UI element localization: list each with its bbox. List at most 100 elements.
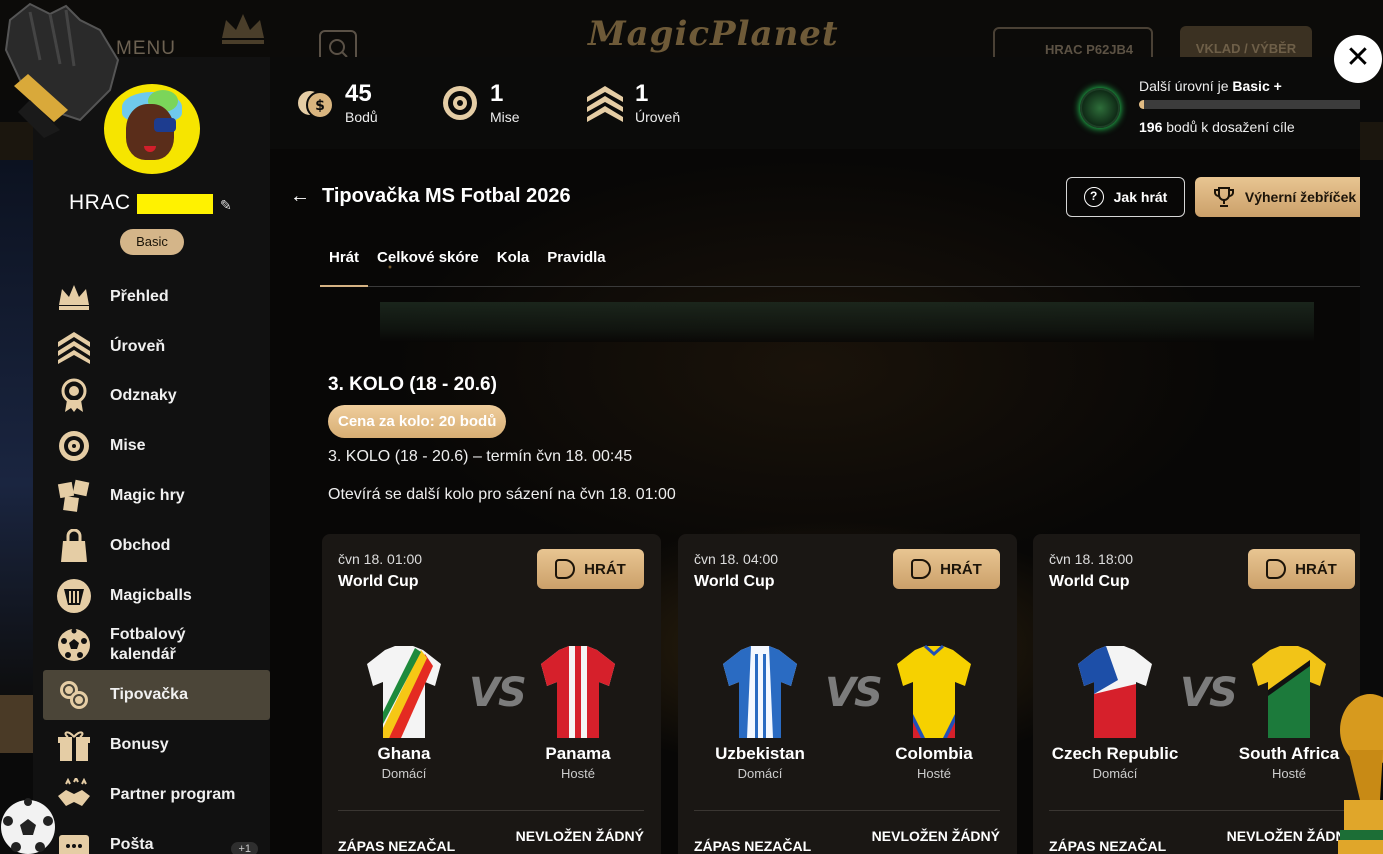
away-team-role: Hosté: [917, 766, 951, 781]
edit-icon[interactable]: ✎: [220, 197, 232, 214]
tip-status: NEVLOŽEN ŽÁDNÝ: [515, 828, 644, 844]
round-title: 3. KOLO (18 - 20.6): [328, 374, 497, 395]
missions-label: Mise: [490, 109, 520, 125]
next-level-text: Další úrovní je Basic +: [1139, 78, 1282, 94]
coins-icon: [55, 678, 93, 712]
profile-modal: HRAC ✎ Basic Přehled Úroveň Odznaky Mise: [33, 57, 1360, 854]
away-team-role: Hosté: [561, 766, 595, 781]
coins-icon: $: [298, 91, 334, 119]
sidebar-item-prehled[interactable]: Přehled: [43, 272, 270, 322]
level-value: 1: [635, 80, 649, 107]
home-team-name: Ghana: [377, 744, 431, 763]
vs-label: VS: [1180, 670, 1238, 716]
gift-icon: [55, 728, 93, 762]
card-divider: [1049, 810, 1355, 811]
home-team-name: Uzbekistan: [715, 744, 805, 763]
chevrons-icon: [587, 86, 623, 122]
match-status: ZÁPAS NEZAČAL: [338, 838, 456, 854]
uzbekistan-jersey-icon: [723, 646, 797, 738]
match-league: World Cup: [1049, 573, 1130, 590]
page-title: Tipovačka MS Fotbal 2026: [322, 185, 571, 207]
level-badge: Basic: [120, 229, 184, 255]
home-team-role: Domácí: [381, 766, 427, 781]
bag-icon: [55, 528, 93, 563]
south-africa-jersey-icon: [1252, 646, 1326, 738]
home-team-role: Domácí: [737, 766, 783, 781]
level-progress-bar: [1139, 100, 1360, 109]
username: HRAC: [69, 191, 131, 214]
football-icon: [55, 628, 93, 662]
round-deadline: 3. KOLO (18 - 20.6) – termín čvn 18. 00:…: [328, 448, 633, 465]
back-arrow-icon[interactable]: ←: [290, 185, 310, 208]
sidebar-item-tipovacka[interactable]: Tipovačka: [43, 670, 270, 721]
sidebar-item-odznaky[interactable]: Odznaky: [43, 372, 270, 422]
points-label: Bodů: [345, 109, 378, 125]
next-level-points: 196 bodů k dosažení cíle: [1139, 119, 1295, 135]
colombia-jersey-icon: [897, 644, 971, 738]
leaderboard-button[interactable]: Výherní žebříček: [1195, 177, 1360, 217]
tip-status: NEVLOŽEN ŽÁDNÝ: [871, 828, 1000, 844]
how-to-play-button[interactable]: ? Jak hrát: [1066, 177, 1185, 217]
points-value: 45: [345, 80, 372, 107]
sidebar-item-mise[interactable]: Mise: [43, 421, 270, 471]
play-icon: [555, 559, 576, 579]
match-status: ZÁPAS NEZAČAL: [694, 838, 812, 854]
play-button[interactable]: HRÁT: [537, 549, 644, 589]
crown-icon[interactable]: [218, 10, 268, 46]
target-icon: [55, 429, 93, 463]
magicball-icon: [55, 578, 93, 613]
ghana-jersey-icon: [367, 646, 441, 738]
match-league: World Cup: [694, 573, 775, 590]
sidebar: HRAC ✎ Basic Přehled Úroveň Odznaky Mise: [33, 57, 270, 854]
football-decoration-icon: [1, 798, 55, 854]
goalkeeper-glove-icon: [4, 2, 120, 138]
panama-jersey-icon: [541, 646, 615, 738]
target-icon: [443, 86, 477, 120]
sidebar-nav: Přehled Úroveň Odznaky Mise Magic hry Ob…: [43, 272, 270, 854]
match-league: World Cup: [338, 573, 419, 590]
away-team-name: Panama: [545, 744, 611, 763]
trophy-decoration-icon: [1338, 694, 1383, 854]
play-button[interactable]: HRÁT: [893, 549, 1000, 589]
stat-missions: 1 Mise: [440, 79, 520, 125]
sidebar-item-uroven[interactable]: Úroveň: [43, 322, 270, 372]
tabs: Hrát Celkové skóre Kola Pravidla: [320, 247, 1360, 287]
tab-kola[interactable]: Kola: [488, 247, 539, 287]
match-date: čvn 18. 18:00: [1049, 551, 1134, 567]
play-button[interactable]: HRÁT: [1248, 549, 1355, 589]
sidebar-item-partner-program[interactable]: Partner program: [43, 770, 270, 820]
trophy-icon: [1213, 187, 1234, 207]
sidebar-item-bonusy[interactable]: Bonusy: [43, 720, 270, 770]
puzzle-icon: [55, 479, 93, 513]
sidebar-item-obchod[interactable]: Obchod: [43, 521, 270, 571]
question-icon: ?: [1083, 187, 1104, 207]
match-card: čvn 18. 04:00 World Cup HRÁT VS Uzbekist…: [678, 534, 1017, 854]
sidebar-item-fotbalovy-kalendar[interactable]: Fotbalový kalendář: [43, 621, 270, 671]
mail-icon: [55, 828, 93, 854]
chevrons-icon: [55, 330, 93, 364]
tab-hrat[interactable]: Hrát: [320, 247, 369, 287]
stat-points: $ 45 Bodů: [295, 79, 378, 125]
play-icon: [1266, 559, 1287, 579]
main-content: $ 45 Bodů 1 Mise 1 Úroveň Další úrovní je B…: [270, 57, 1360, 854]
home-team-role: Domácí: [1092, 766, 1138, 781]
match-date: čvn 18. 04:00: [694, 551, 779, 567]
close-icon[interactable]: ✕: [1334, 35, 1382, 83]
crown-icon: [55, 280, 93, 314]
username-redacted: [137, 194, 213, 214]
sidebar-item-magic-hry[interactable]: Magic hry: [43, 471, 270, 521]
svg-text:$: $: [315, 98, 325, 114]
site-logo[interactable]: MagicPlanet: [588, 14, 839, 54]
sidebar-item-magicballs[interactable]: Magicballs: [43, 571, 270, 621]
mail-count-badge: +1: [231, 841, 258, 854]
tab-pravidla[interactable]: Pravidla: [538, 247, 614, 287]
tab-celkove-skore[interactable]: Celkové skóre: [368, 247, 488, 287]
rank-emblem-icon: [1080, 88, 1120, 128]
match-card: čvn 18. 01:00 World Cup HRÁT VS Ghana Do…: [322, 534, 661, 854]
stats-bar: $ 45 Bodů 1 Mise 1 Úroveň Další úrovní je B…: [270, 57, 1360, 149]
match-status: ZÁPAS NEZAČAL: [1049, 838, 1167, 854]
play-icon: [911, 559, 932, 579]
sidebar-item-posta[interactable]: Pošta +1: [43, 820, 270, 854]
card-divider: [694, 810, 1000, 811]
round-price-badge: Cena za kolo: 20 bodů: [328, 405, 507, 438]
